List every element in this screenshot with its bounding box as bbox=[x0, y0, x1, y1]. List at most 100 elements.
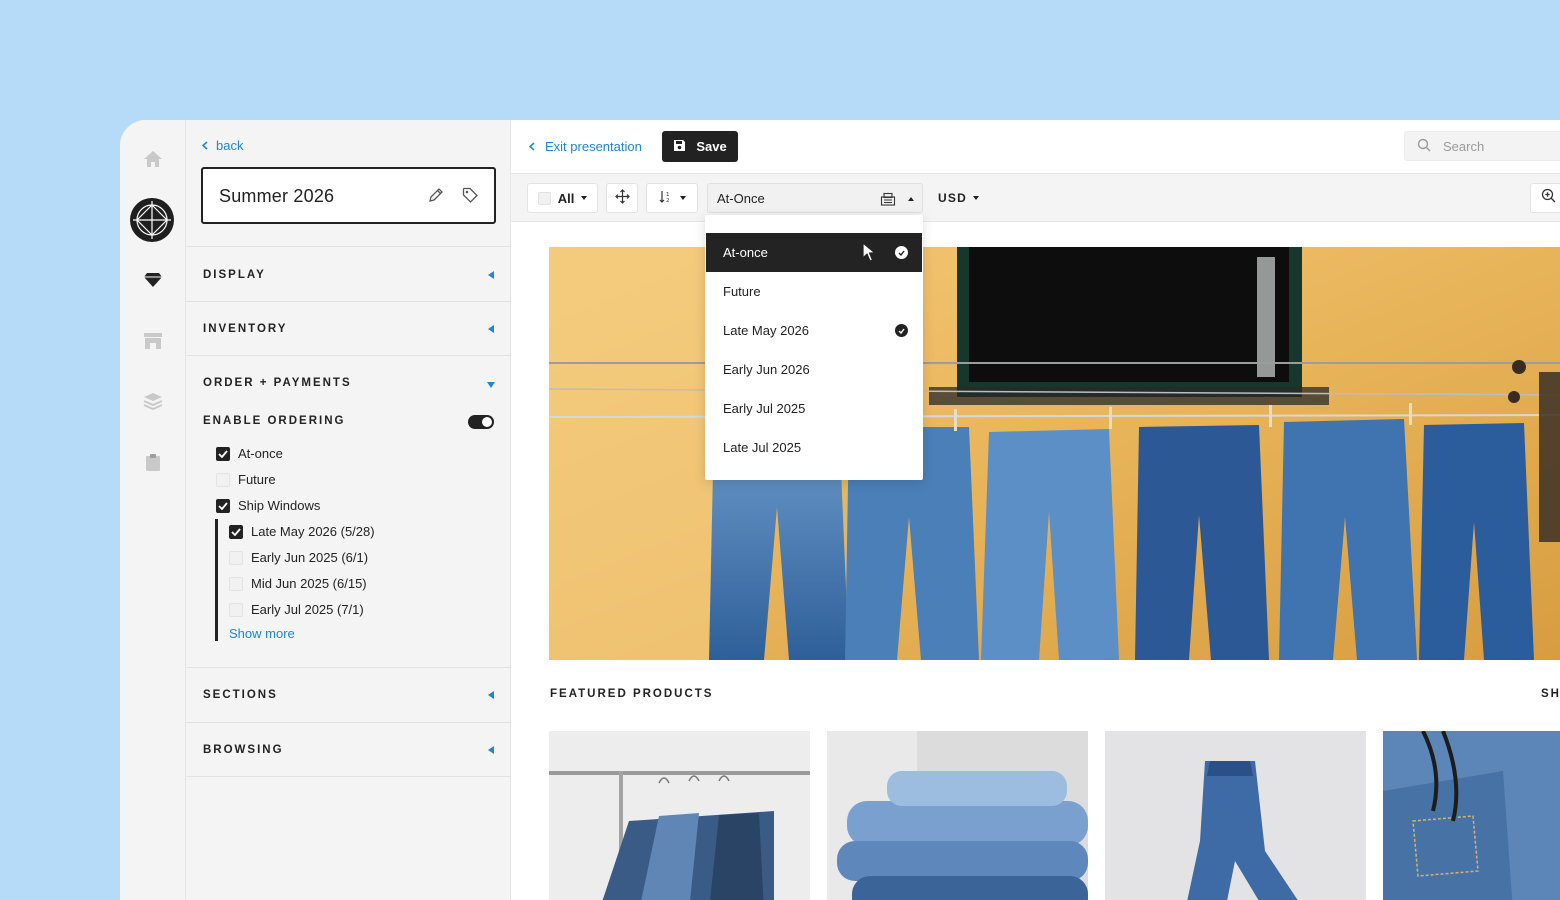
ship-window-item[interactable]: Late May 2026 (5/28) bbox=[229, 524, 375, 539]
dropdown-option-label: Late May 2026 bbox=[723, 323, 810, 338]
check-circle-icon bbox=[895, 246, 908, 259]
zoom-button[interactable] bbox=[1530, 183, 1560, 213]
pencil-icon[interactable] bbox=[428, 187, 444, 208]
save-button[interactable]: Save bbox=[662, 131, 738, 162]
select-all-checkbox[interactable] bbox=[537, 191, 551, 205]
collection-name: Summer 2026 bbox=[219, 186, 335, 206]
option-label: At-once bbox=[238, 446, 283, 461]
diamond-icon[interactable] bbox=[120, 262, 186, 298]
section-sections[interactable]: SECTIONS bbox=[186, 667, 511, 722]
section-display[interactable]: DISPLAY bbox=[186, 246, 511, 301]
checkbox-unchecked[interactable] bbox=[229, 576, 243, 591]
ship-window-label: Mid Jun 2025 (6/15) bbox=[251, 576, 367, 591]
ship-window-select[interactable]: At-Once bbox=[707, 183, 923, 213]
caret-down-icon[interactable] bbox=[487, 382, 495, 388]
ship-window-dropdown-menu: At-once Future Late May 2026 Early Jun 2… bbox=[705, 215, 923, 480]
hero-image bbox=[549, 247, 1560, 660]
tag-icon[interactable] bbox=[462, 187, 478, 208]
layers-icon[interactable] bbox=[120, 383, 186, 419]
chevron-left-icon bbox=[528, 139, 535, 154]
sort-icon: 12 bbox=[659, 190, 673, 206]
checkbox-unchecked[interactable] bbox=[229, 602, 243, 617]
ship-window-item[interactable]: Early Jun 2025 (6/1) bbox=[229, 550, 368, 565]
section-browsing[interactable]: BROWSING bbox=[186, 722, 511, 777]
top-bar: Exit presentation Save Search bbox=[511, 120, 1560, 174]
product-card-image[interactable] bbox=[1105, 731, 1366, 900]
home-icon[interactable] bbox=[120, 141, 186, 177]
sort-dropdown[interactable]: 12 bbox=[646, 183, 698, 213]
caret-left-icon bbox=[488, 271, 494, 279]
exit-presentation-link[interactable]: Exit presentation bbox=[528, 139, 642, 154]
caret-down-icon bbox=[679, 196, 686, 200]
section-label-partial: SH bbox=[1541, 688, 1560, 700]
option-ship-windows[interactable]: Ship Windows bbox=[216, 498, 320, 513]
dropdown-option-label: Early Jun 2026 bbox=[723, 362, 810, 377]
dropdown-option-label: Future bbox=[723, 284, 761, 299]
product-card-image[interactable] bbox=[1383, 731, 1560, 900]
brand-logo[interactable] bbox=[130, 198, 174, 242]
section-inventory-title: INVENTORY bbox=[203, 323, 288, 335]
option-at-once[interactable]: At-once bbox=[216, 446, 283, 461]
section-display-title: DISPLAY bbox=[203, 269, 266, 281]
checkbox-unchecked[interactable] bbox=[229, 550, 243, 565]
featured-products-title: FEATURED PRODUCTS bbox=[550, 688, 714, 700]
product-card-image[interactable] bbox=[827, 731, 1088, 900]
currency-label: USD bbox=[938, 191, 967, 205]
settings-sidebar: back Summer 2026 DISPLAY INVENTORY ORDER… bbox=[186, 120, 511, 900]
section-sections-title: SECTIONS bbox=[203, 689, 278, 701]
caret-left-icon bbox=[488, 325, 494, 333]
dropdown-option[interactable]: Future bbox=[706, 272, 922, 311]
option-label: Future bbox=[238, 472, 276, 487]
enable-ordering-label: ENABLE ORDERING bbox=[203, 415, 346, 427]
collection-name-box[interactable]: Summer 2026 bbox=[201, 167, 496, 224]
save-label: Save bbox=[696, 139, 727, 154]
ship-window-item[interactable]: Mid Jun 2025 (6/15) bbox=[229, 576, 367, 591]
dropdown-option[interactable]: Late May 2026 bbox=[706, 311, 922, 350]
clipboard-icon[interactable] bbox=[120, 444, 186, 480]
show-more-link[interactable]: Show more bbox=[229, 626, 295, 641]
checkbox-checked[interactable] bbox=[229, 524, 243, 539]
move-button[interactable] bbox=[606, 183, 638, 213]
warehouse-icon bbox=[880, 192, 896, 211]
enable-ordering-toggle[interactable] bbox=[468, 415, 494, 429]
select-all-dropdown[interactable]: All bbox=[527, 183, 598, 213]
checkbox-checked[interactable] bbox=[216, 498, 230, 513]
option-future[interactable]: Future bbox=[216, 472, 276, 487]
dropdown-option[interactable]: At-once bbox=[706, 233, 922, 272]
toolbar: All 12 At-Once USD bbox=[511, 174, 1560, 222]
section-inventory[interactable]: INVENTORY bbox=[186, 301, 511, 355]
section-order-payments-title[interactable]: ORDER + PAYMENTS bbox=[203, 377, 352, 389]
mouse-cursor-icon bbox=[862, 242, 876, 267]
option-label: Ship Windows bbox=[238, 498, 321, 513]
presentation-main: Exit presentation Save Search All 1 2 At… bbox=[511, 120, 1560, 900]
dropdown-option[interactable]: Early Jun 2026 bbox=[706, 350, 922, 389]
caret-down-icon bbox=[581, 196, 588, 200]
ship-window-select-value: At-Once bbox=[717, 191, 765, 206]
ship-window-item[interactable]: Early Jul 2025 (7/1) bbox=[229, 602, 364, 617]
back-link[interactable]: back bbox=[201, 138, 243, 153]
dropdown-option-label: Early Jul 2025 bbox=[723, 401, 806, 416]
dropdown-option[interactable]: Early Jul 2025 bbox=[706, 389, 922, 428]
tree-line bbox=[215, 519, 218, 641]
dropdown-option-label: At-once bbox=[723, 245, 768, 260]
checkbox-checked[interactable] bbox=[216, 446, 230, 461]
caret-left-icon bbox=[488, 746, 494, 754]
ship-window-label: Late May 2026 (5/28) bbox=[251, 524, 375, 539]
store-icon[interactable] bbox=[120, 323, 186, 359]
exit-presentation-label: Exit presentation bbox=[545, 139, 642, 154]
product-card-image[interactable] bbox=[549, 731, 810, 900]
search-placeholder: Search bbox=[1443, 138, 1485, 154]
ship-window-label: Early Jul 2025 (7/1) bbox=[251, 602, 364, 617]
section-browsing-title: BROWSING bbox=[203, 744, 284, 756]
checkbox-unchecked[interactable] bbox=[216, 472, 230, 487]
ship-window-label: Early Jun 2025 (6/1) bbox=[251, 550, 369, 565]
check-circle-icon bbox=[895, 324, 908, 337]
currency-dropdown[interactable]: USD bbox=[938, 191, 979, 205]
all-label: All bbox=[557, 190, 575, 206]
dropdown-option[interactable]: Late Jul 2025 bbox=[706, 428, 922, 467]
caret-down-icon bbox=[972, 196, 979, 200]
search-input[interactable]: Search bbox=[1404, 131, 1560, 161]
chevron-left-icon bbox=[201, 138, 208, 153]
caret-left-icon bbox=[488, 691, 494, 699]
dropdown-option-label: Late Jul 2025 bbox=[723, 440, 802, 455]
